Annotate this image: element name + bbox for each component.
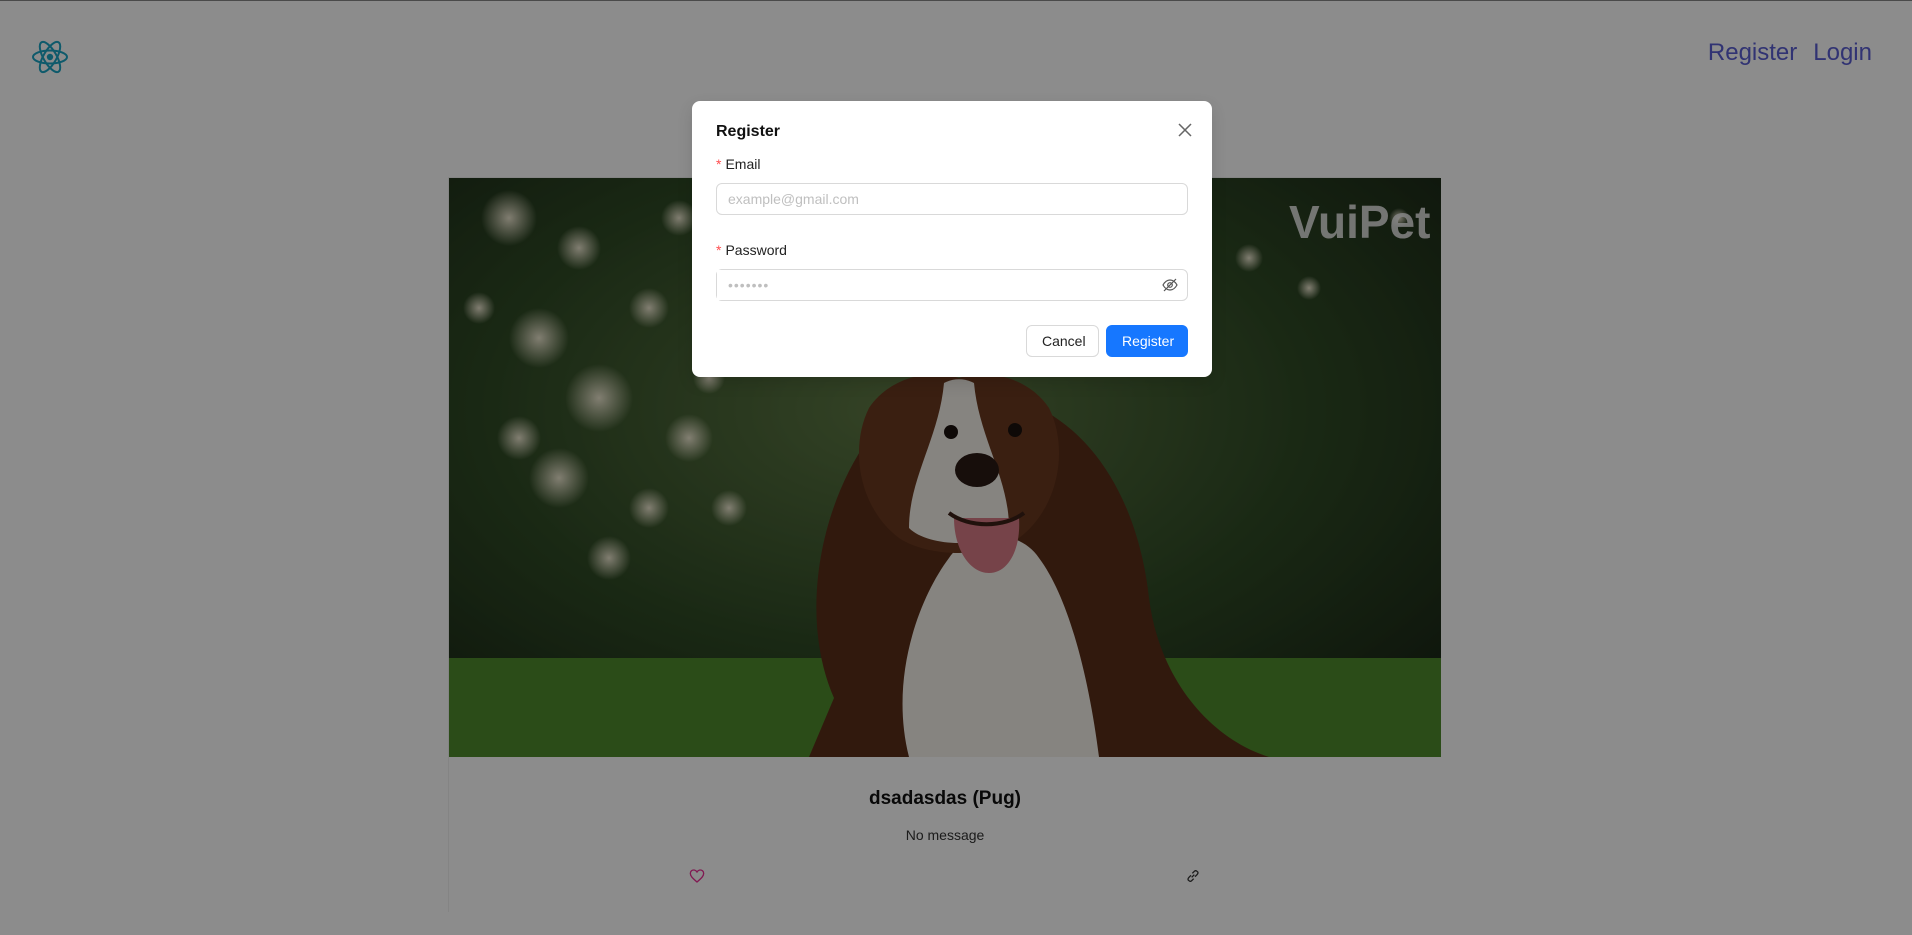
close-icon[interactable]	[1174, 119, 1196, 141]
email-input[interactable]	[716, 183, 1188, 215]
required-mark: *	[716, 156, 722, 172]
password-field	[716, 269, 1188, 301]
cancel-button[interactable]: Cancel	[1026, 325, 1099, 357]
required-mark: *	[716, 242, 722, 258]
modal-title: Register	[716, 123, 781, 140]
register-modal: Register *Email *Password Cancel Registe…	[692, 101, 1212, 377]
eye-invisible-icon[interactable]	[1162, 277, 1178, 293]
password-label: * Password	[716, 242, 787, 258]
password-input[interactable]	[717, 270, 1147, 300]
email-label: * Email	[716, 156, 761, 172]
page: Register Login VuiPet dsadasdas (Pug) No…	[0, 0, 1912, 935]
register-submit-button[interactable]: Register	[1106, 325, 1188, 357]
